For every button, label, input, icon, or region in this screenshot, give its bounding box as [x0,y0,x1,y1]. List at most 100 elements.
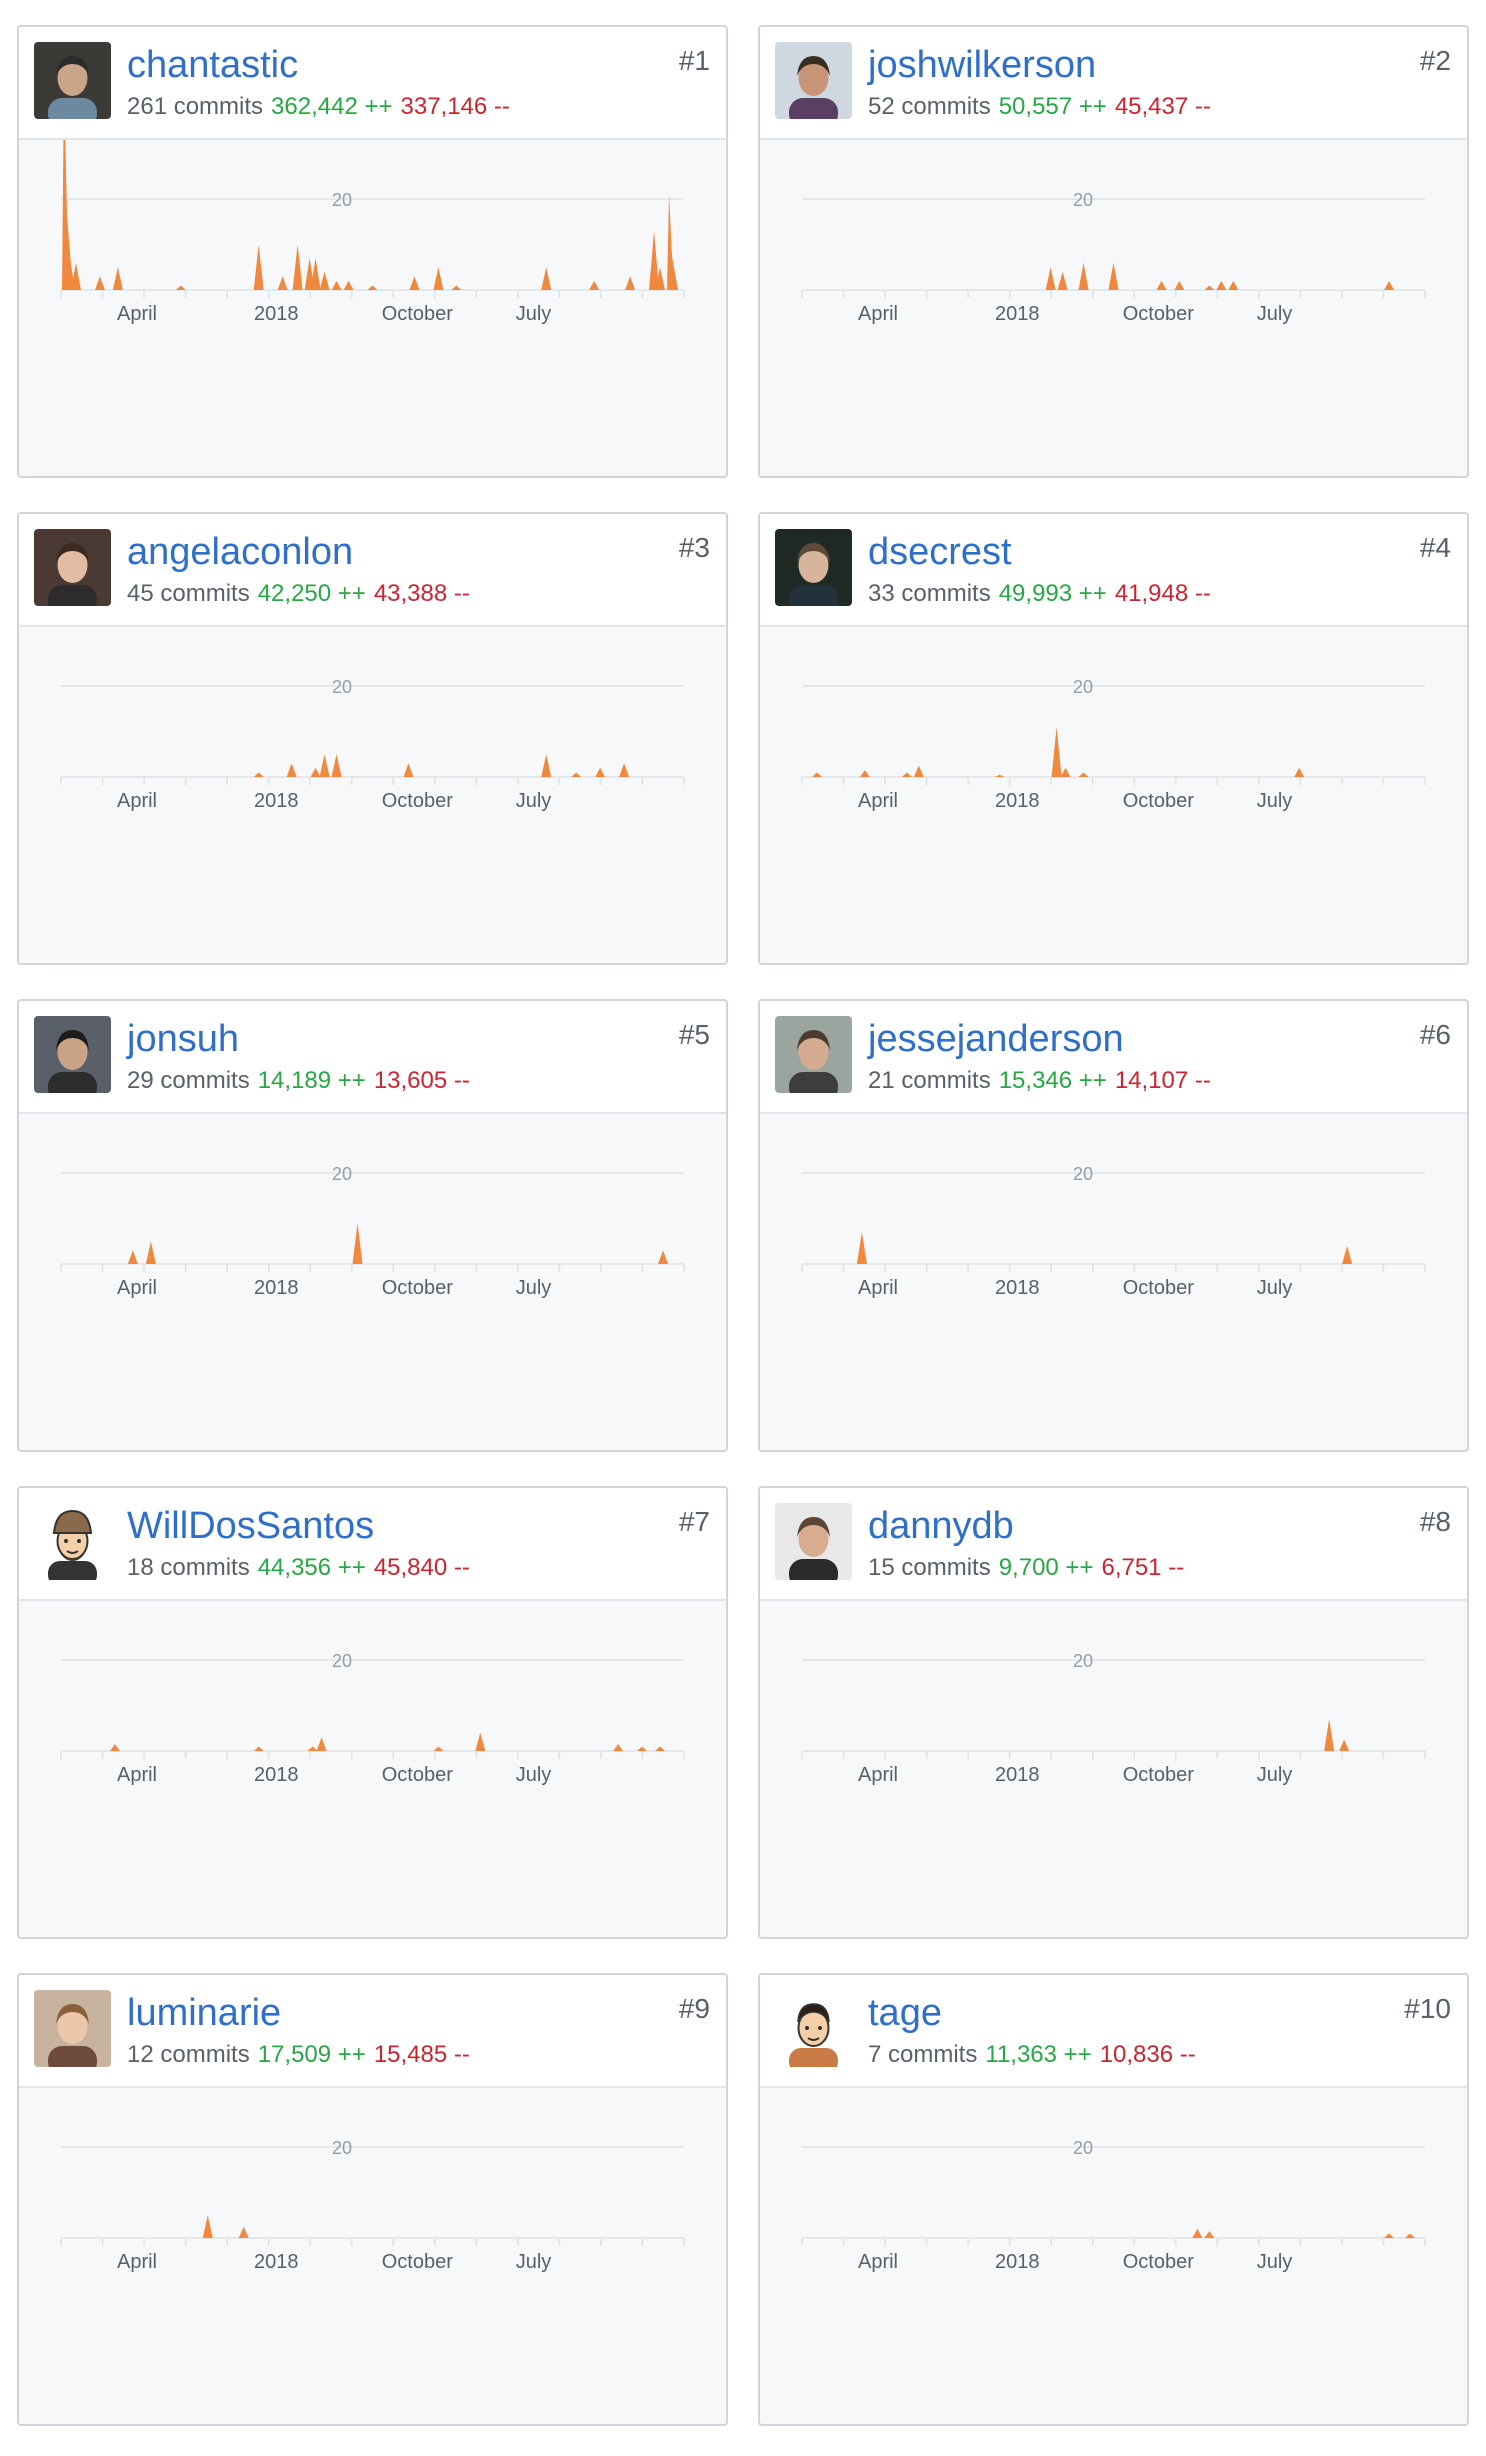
x-tick-label-2018: 2018 [254,303,298,325]
area-spike [1384,280,1395,290]
contribution-stats: 52 commits 50,557 ++ 45,437 -- [868,92,1211,122]
contribution-stats: 12 commits 17,509 ++ 15,485 -- [127,2040,470,2070]
avatar[interactable] [775,529,852,606]
area-spike [253,244,264,290]
commits-count-link[interactable]: 15 commits [868,1554,991,1581]
username-link[interactable]: angelaconlon [127,529,353,575]
commits-count-link[interactable]: 12 commits [127,2041,250,2068]
username-link[interactable]: WillDosSantos [127,1503,374,1549]
deletions-count: 41,948 -- [1114,580,1211,607]
avatar[interactable] [34,529,111,606]
area-spike [1324,1719,1335,1751]
commits-count-link[interactable]: 261 commits [127,93,263,120]
x-tick-label-april: April [117,790,157,812]
username-link[interactable]: dannydb [868,1503,1014,1549]
area-spike [109,1744,120,1751]
contributor-card: luminarie 12 commits 17,509 ++ 15,485 -- #9 2… [17,1973,728,2426]
x-tick-label-july: July [1257,790,1293,812]
commits-count-link[interactable]: 52 commits [868,93,991,120]
x-tick-label-april: April [858,790,898,812]
x-tick-label-october: October [1123,2251,1194,2273]
x-tick-label-october: October [382,1764,453,1786]
x-tick-label-april: April [117,1277,157,1299]
deletions-count: 43,388 -- [373,580,470,607]
username-link[interactable]: chantastic [127,42,298,88]
avatar[interactable] [34,42,111,119]
area-spike [856,1232,867,1264]
area-spike [1051,726,1062,777]
deletions-count: 13,605 -- [373,1067,470,1094]
avatar[interactable] [775,1016,852,1093]
commit-activity-chart: 2040April2018OctoberJuly [19,586,726,963]
username-link[interactable]: luminarie [127,1990,281,2036]
x-tick-label-july: July [1257,2251,1293,2273]
commits-count-link[interactable]: 33 commits [868,580,991,607]
area-spike [319,754,330,777]
deletions-count: 45,437 -- [1114,93,1211,120]
contributor-card: dsecrest 33 commits 49,993 ++ 41,948 -- #4 20… [758,512,1469,965]
commit-activity-chart: 2040April2018OctoberJuly [19,1073,726,1450]
deletions-count: 6,751 -- [1101,1554,1185,1581]
area-spike [1045,267,1056,290]
username-link[interactable]: tage [868,1990,942,2036]
area-spike [1384,2233,1395,2238]
x-tick-label-2018: 2018 [995,1277,1040,1299]
rank-badge: #9 [678,1993,710,2024]
additions-count: 15,346 ++ [998,1067,1107,1094]
x-tick-label-2018: 2018 [254,1277,298,1299]
avatar[interactable] [775,1990,852,2067]
contributor-header: luminarie 12 commits 17,509 ++ 15,485 -- #9 [19,1975,726,2088]
area-spike [613,1744,624,1751]
x-tick-label-april: April [117,1764,157,1786]
username-link[interactable]: joshwilkerson [868,42,1096,88]
commits-count-link[interactable]: 7 commits [868,2041,977,2068]
area-spike [112,267,123,290]
deletions-count: 337,146 -- [400,93,510,120]
contributor-header: chantastic 261 commits 362,442 ++ 337,146 -… [19,27,726,140]
y-tick-label: 20 [332,1164,352,1184]
commit-activity-chart-svg: 2040April2018OctoberJuly [60,1560,685,1786]
area-spike [1174,280,1185,290]
avatar[interactable] [34,1016,111,1093]
area-spike [994,774,1005,777]
area-spike [310,767,321,777]
area-spike [1204,2231,1215,2238]
x-tick-label-2018: 2018 [995,1764,1040,1786]
area-spike [658,1250,669,1264]
avatar[interactable] [34,1503,111,1580]
area-spike [1078,262,1089,290]
commits-count-link[interactable]: 21 commits [868,1067,991,1094]
area-spike [571,772,582,777]
username-link[interactable]: jonsuh [127,1016,239,1062]
x-tick-label-2018: 2018 [254,1764,298,1786]
area-spike [1060,767,1071,777]
username-link[interactable]: jessejanderson [868,1016,1124,1062]
area-spike [403,763,414,777]
area-spike [589,280,600,290]
area-spike [619,763,630,777]
avatar[interactable] [34,1990,111,2067]
area-spike [1339,1739,1350,1751]
area-spike [286,763,297,777]
avatar[interactable] [775,42,852,119]
commits-count-link[interactable]: 29 commits [127,1067,250,1094]
commit-activity-chart: 2040April2018OctoberJuly [760,99,1467,476]
area-spike [238,2226,249,2238]
area-spike [1192,2228,1203,2238]
x-tick-label-july: July [516,303,552,325]
avatar[interactable] [775,1503,852,1580]
area-spike [1204,285,1215,290]
x-tick-label-october: October [382,2251,453,2273]
username-link[interactable]: dsecrest [868,529,1012,575]
x-tick-label-2018: 2018 [254,2251,298,2273]
x-tick-label-october: October [382,303,453,325]
area-spike [541,754,552,777]
area-spike [625,276,636,290]
commits-count-link[interactable]: 45 commits [127,580,250,607]
area-spike [145,1241,156,1264]
commit-activity-chart: 2040April2018OctoberJuly [760,1073,1467,1450]
commits-count-link[interactable]: 18 commits [127,1554,250,1581]
additions-count: 49,993 ++ [998,580,1107,607]
x-tick-label-2018: 2018 [995,303,1040,325]
x-tick-label-april: April [858,1277,898,1299]
